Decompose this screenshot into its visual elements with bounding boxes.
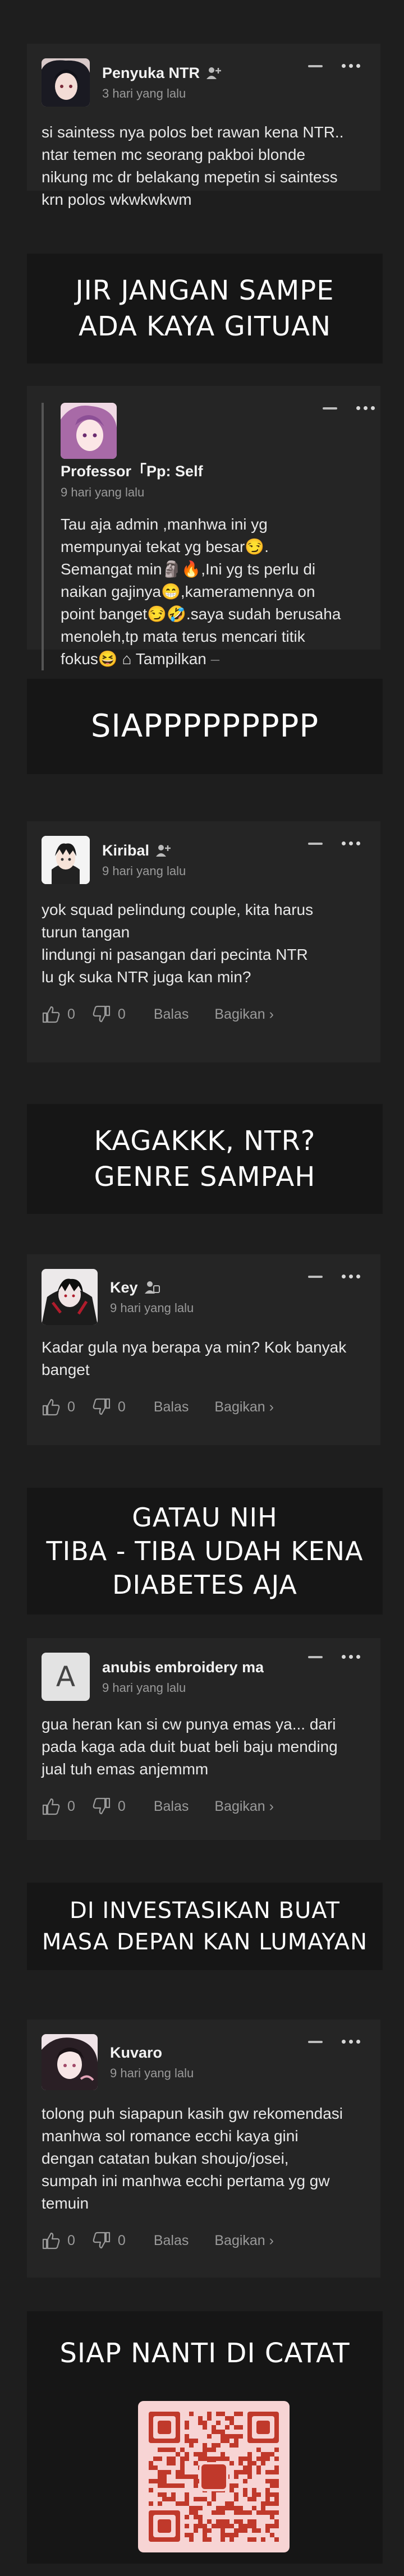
- thumbs-down-icon[interactable]: [92, 1005, 111, 1023]
- comment-text: si saintess nya polos bet rawan kena NTR…: [42, 123, 344, 208]
- thumbs-up-icon[interactable]: [42, 2232, 61, 2250]
- dislike-count: 0: [117, 1399, 126, 1415]
- share-button[interactable]: Bagikan ›: [214, 2233, 274, 2249]
- comment-text: yok squad pelindung couple, kita harus t…: [42, 901, 314, 986]
- person-plus-icon: [156, 845, 171, 857]
- username[interactable]: anubis embroidery ma: [102, 1659, 264, 1676]
- thumbs-down-icon[interactable]: [92, 1398, 111, 1416]
- like-count: 0: [67, 2232, 75, 2248]
- avatar[interactable]: [42, 1269, 98, 1325]
- comment-card: Key 9 hari yang lalu Kadar gula nya bera…: [27, 1254, 380, 1445]
- avatar[interactable]: [42, 836, 90, 884]
- comment-text: Kadar gula nya berapa ya min? Kok banyak…: [42, 1338, 347, 1378]
- more-options-icon[interactable]: [342, 841, 360, 845]
- reply-button[interactable]: Balas: [154, 1798, 189, 1815]
- collapse-icon[interactable]: [308, 2040, 323, 2043]
- share-button[interactable]: Bagikan ›: [214, 1798, 274, 1815]
- show-more-link[interactable]: Tampilkan: [136, 650, 206, 668]
- comment-card: Kuvaro 9 hari yang lalu tolong puh siapa…: [27, 2020, 380, 2278]
- username[interactable]: Key: [110, 1279, 138, 1296]
- qr-code-image: [149, 2412, 279, 2542]
- timestamp: 9 hari yang lalu: [102, 863, 186, 878]
- dislike-count: 0: [117, 1006, 126, 1022]
- username[interactable]: Professor「Pp: Self: [61, 459, 203, 481]
- avatar[interactable]: [42, 2034, 98, 2090]
- avatar[interactable]: A: [42, 1653, 90, 1701]
- avatar[interactable]: [61, 403, 117, 459]
- timestamp: 9 hari yang lalu: [110, 2066, 194, 2080]
- caption-banner: DI INVESTASIKAN BUAT MASA DEPAN KAN LUMA…: [27, 1883, 383, 1970]
- collapse-icon[interactable]: [308, 65, 323, 67]
- person-badge-icon: [144, 1281, 160, 1294]
- thumbs-down-icon[interactable]: [92, 2232, 111, 2250]
- person-plus-icon: [206, 67, 222, 79]
- reply-button[interactable]: Balas: [154, 1006, 189, 1023]
- dislike-count: 0: [117, 1798, 126, 1814]
- caption-banner: GATAU NIH TIBA - TIBA UDAH KENA DIABETES…: [27, 1488, 383, 1614]
- thumbs-up-icon[interactable]: [42, 1398, 61, 1416]
- comment-card: Professor「Pp: Self 9 hari yang lalu Tau …: [27, 386, 380, 670]
- caption-panel: SIAP NANTI DI CATAT: [27, 2311, 383, 2564]
- comment-text: Tau aja admin ,manhwa ini yg mempunyai t…: [61, 516, 341, 668]
- dislike-count: 0: [117, 2232, 126, 2248]
- caption-banner: SIAPPPPPPPPP: [27, 679, 383, 774]
- more-options-icon[interactable]: [342, 1655, 360, 1659]
- comment-card: Kiribal 9 hari yang lalu yok squad pelin…: [27, 821, 380, 1062]
- username[interactable]: Penyuka NTR: [102, 65, 200, 82]
- collapse-icon[interactable]: [323, 407, 337, 410]
- reply-button[interactable]: Balas: [154, 2233, 189, 2249]
- caption-banner: KAGAKKK, NTR? GENRE SAMPAH: [27, 1104, 383, 1214]
- comment-text: tolong puh siapapun kasih gw rekomendasi…: [42, 2105, 343, 2212]
- timestamp: 9 hari yang lalu: [110, 1300, 194, 1315]
- timestamp: 9 hari yang lalu: [61, 485, 145, 499]
- share-button[interactable]: Bagikan ›: [214, 1399, 274, 1415]
- caption-banner: SIAP NANTI DI CATAT: [59, 2338, 350, 2369]
- like-count: 0: [67, 1006, 75, 1022]
- collapse-icon[interactable]: [308, 842, 323, 845]
- username[interactable]: Kuvaro: [110, 2044, 162, 2062]
- like-count: 0: [67, 1798, 75, 1814]
- username[interactable]: Kiribal: [102, 842, 149, 859]
- more-options-icon[interactable]: [342, 2040, 360, 2044]
- comment-card: Penyuka NTR 3 hari yang lalu si saintess…: [27, 44, 380, 208]
- thumbs-down-icon[interactable]: [92, 1797, 111, 1815]
- thumbs-up-icon[interactable]: [42, 1797, 61, 1815]
- timestamp: 9 hari yang lalu: [102, 1680, 186, 1695]
- more-options-icon[interactable]: [342, 64, 360, 68]
- thumbs-up-icon[interactable]: [42, 1005, 61, 1023]
- qr-code: [138, 2401, 290, 2552]
- more-options-icon[interactable]: [342, 1275, 360, 1278]
- avatar-letter: A: [56, 1660, 76, 1693]
- comment-card: A anubis embroidery ma 9 hari yang lalu …: [27, 1638, 380, 1840]
- avatar[interactable]: [42, 58, 90, 107]
- reply-button[interactable]: Balas: [154, 1399, 189, 1415]
- collapse-icon[interactable]: [308, 1655, 323, 1658]
- timestamp: 3 hari yang lalu: [102, 86, 186, 100]
- like-count: 0: [67, 1399, 75, 1415]
- show-more-icon: ⌂: [122, 650, 132, 668]
- more-options-icon[interactable]: [356, 406, 375, 410]
- share-button[interactable]: Bagikan ›: [214, 1006, 274, 1023]
- comment-text: gua heran kan si cw punya emas ya... dar…: [42, 1715, 338, 1778]
- caption-banner: JIR JANGAN SAMPE ADA KAYA GITUAN: [27, 254, 383, 364]
- collapse-icon[interactable]: [308, 1275, 323, 1278]
